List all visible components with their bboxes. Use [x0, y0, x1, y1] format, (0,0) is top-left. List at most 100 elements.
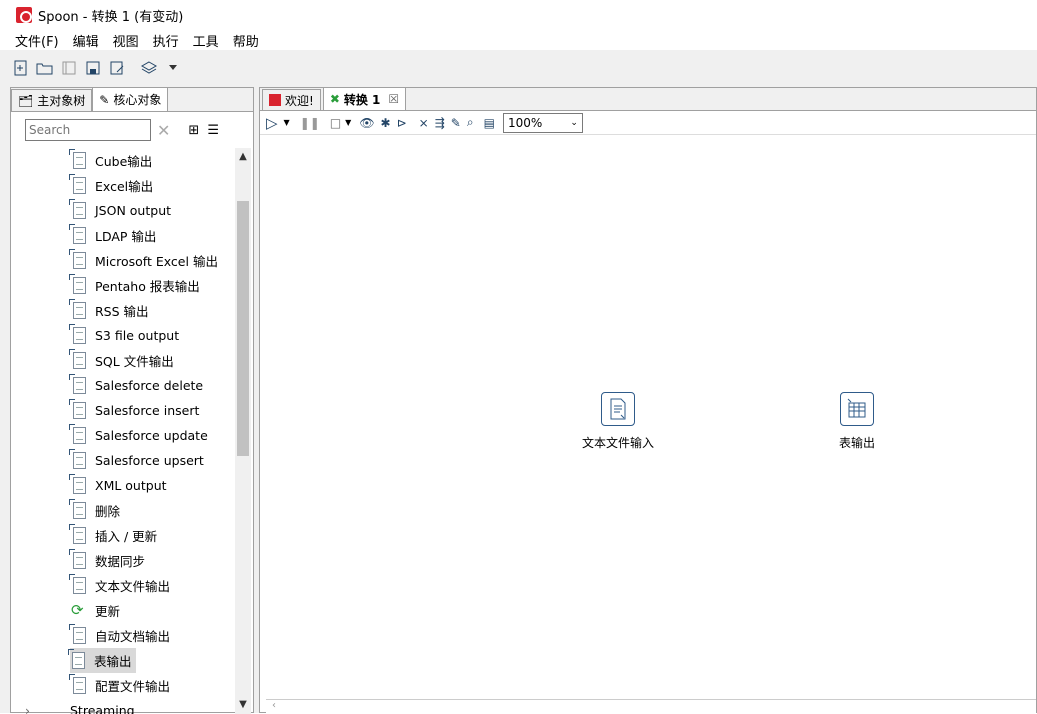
tab-welcome[interactable]: 欢迎! [262, 89, 321, 110]
expand-tree-icon[interactable]: ⊞ [188, 123, 199, 138]
step-icon [69, 523, 89, 546]
clear-search-icon[interactable]: ✕ [157, 121, 170, 140]
step-tree: Cube输出 Excel输出 JSON output LDAP 输出 Micro… [11, 148, 235, 714]
step-text-file-input[interactable]: 文本文件输入 [582, 392, 654, 451]
list-item[interactable]: LDAP 输出 [69, 223, 156, 248]
scroll-left-icon[interactable]: ‹ [272, 700, 276, 711]
list-item[interactable]: Salesforce delete [69, 373, 203, 398]
menu-run[interactable]: 执行 [153, 31, 179, 50]
verify-icon[interactable]: ⨯ [419, 116, 429, 130]
step-icon [69, 298, 89, 321]
step-label: 文本文件输入 [582, 436, 655, 450]
list-item[interactable]: 自动文档输出 [69, 623, 170, 648]
zoom-select[interactable]: 100% ⌄ [502, 112, 583, 133]
list-item[interactable]: Excel输出 [69, 173, 153, 198]
chevron-down-icon: ⌄ [570, 117, 578, 128]
stop-icon[interactable]: □ [330, 116, 341, 130]
search-input[interactable] [25, 119, 151, 141]
step-icon [69, 248, 89, 271]
show-results-icon[interactable]: ▤ [484, 116, 495, 130]
tree-category-streaming[interactable]: › Streaming [25, 698, 135, 714]
save-as-icon[interactable] [106, 57, 128, 79]
list-item[interactable]: 插入 / 更新 [69, 523, 157, 548]
spoon-logo-icon [16, 7, 32, 23]
list-item[interactable]: Salesforce update [69, 423, 208, 448]
step-icon [69, 223, 89, 246]
menu-view[interactable]: 视图 [113, 31, 139, 50]
refresh-icon: ⟳ [71, 600, 84, 619]
chevron-down-icon[interactable] [162, 57, 184, 79]
debug-icon[interactable]: ✱ [381, 116, 391, 130]
close-icon[interactable]: ☒ [388, 92, 399, 106]
step-icon [69, 148, 89, 171]
search-row: ✕ ⊞ ☰ [25, 119, 219, 141]
step-icon [69, 548, 89, 571]
run-icon[interactable]: ▷ [266, 114, 278, 132]
replay-icon[interactable]: ⊳ [397, 116, 407, 130]
list-item[interactable]: S3 file output [69, 323, 179, 348]
list-item[interactable]: 文本文件输出 [69, 573, 170, 598]
step-icon [69, 373, 89, 396]
scroll-down-icon[interactable]: ▼ [238, 700, 248, 710]
list-item[interactable]: Pentaho 报表输出 [69, 273, 200, 298]
tab-main-tree[interactable]: 🗂 主对象树 [11, 89, 93, 111]
explore-db-icon[interactable]: ⌕ [467, 115, 474, 130]
chevron-down-icon[interactable]: ▼ [284, 118, 290, 127]
spoon-window: Spoon - 转换 1 (有变动) 文件(F) 编辑 视图 执行 工具 帮助 … [0, 0, 1037, 714]
tab-core-objects[interactable]: ✎ 核心对象 [92, 87, 169, 111]
pencil-icon: ✎ [99, 92, 110, 107]
step-icon [69, 623, 89, 646]
list-item[interactable]: JSON output [69, 198, 171, 223]
preview-icon[interactable]: 👁 [359, 116, 374, 130]
menu-file[interactable]: 文件(F) [15, 31, 59, 50]
list-item[interactable]: SQL 文件输出 [69, 348, 174, 373]
menu-bar: 文件(F) 编辑 视图 执行 工具 帮助 [0, 30, 1037, 50]
save-icon[interactable] [82, 57, 104, 79]
canvas-horizontal-scrollbar[interactable]: ‹ [266, 699, 1036, 713]
explore-repository-icon[interactable] [58, 57, 80, 79]
list-item[interactable]: 配置文件输出 [69, 673, 170, 698]
editor-tabs: 欢迎! ✖ 转换 1 ☒ [260, 87, 1036, 111]
list-item[interactable]: 删除 [69, 498, 120, 523]
tree-scrollbar[interactable]: ▲ ▼ [235, 148, 251, 714]
step-icon [69, 198, 89, 221]
transformation-canvas[interactable]: 文本文件输入 表输出 [266, 136, 1036, 702]
step-label: 表输出 [839, 436, 876, 450]
list-item[interactable]: Microsoft Excel 输出 [69, 248, 218, 273]
main-toolbar [0, 50, 1037, 86]
list-item[interactable]: 数据同步 [69, 548, 145, 573]
list-item[interactable]: Cube输出 [69, 148, 152, 173]
list-item[interactable]: XML output [69, 473, 167, 498]
list-item[interactable]: ⟳ 更新 [71, 598, 120, 623]
tab-transformation-1[interactable]: ✖ 转换 1 ☒ [322, 87, 407, 110]
step-icon [69, 673, 89, 696]
step-icon [69, 498, 89, 521]
list-item[interactable]: Salesforce insert [69, 398, 199, 423]
step-icon [69, 173, 89, 196]
scrollbar-thumb[interactable] [237, 201, 249, 456]
open-folder-icon[interactable] [34, 57, 56, 79]
step-icon [69, 573, 89, 596]
new-file-icon[interactable] [10, 57, 32, 79]
table-output-icon [840, 392, 874, 426]
table-icon [68, 648, 88, 671]
pause-icon[interactable]: ❚❚ [300, 116, 320, 130]
menu-edit[interactable]: 编辑 [73, 31, 99, 50]
menu-tools[interactable]: 工具 [193, 31, 219, 50]
menu-help[interactable]: 帮助 [233, 31, 259, 50]
step-table-output[interactable]: 表输出 [839, 392, 875, 451]
list-item[interactable]: RSS 输出 [69, 298, 149, 323]
step-icon [69, 423, 89, 446]
impact-icon[interactable]: ⇶ [435, 116, 445, 130]
list-item[interactable]: Salesforce upsert [69, 448, 204, 473]
scroll-up-icon[interactable]: ▲ [238, 152, 248, 162]
perspective-layers-icon[interactable] [138, 57, 160, 79]
list-item-selected[interactable]: 表输出 [68, 648, 136, 673]
text-file-input-icon [601, 392, 635, 426]
step-icon [69, 323, 89, 346]
editor-panel: 欢迎! ✖ 转换 1 ☒ ▷ ▼ ❚❚ □ ▼ 👁 ✱ ⊳ ⨯ ⇶ ✎ ⌕ ▤ 10… [259, 87, 1037, 713]
sql-icon[interactable]: ✎ [451, 116, 461, 130]
collapse-tree-icon[interactable]: ☰ [207, 123, 219, 138]
chevron-down-icon[interactable]: ▼ [345, 118, 351, 127]
chevron-right-icon: › [25, 703, 30, 714]
